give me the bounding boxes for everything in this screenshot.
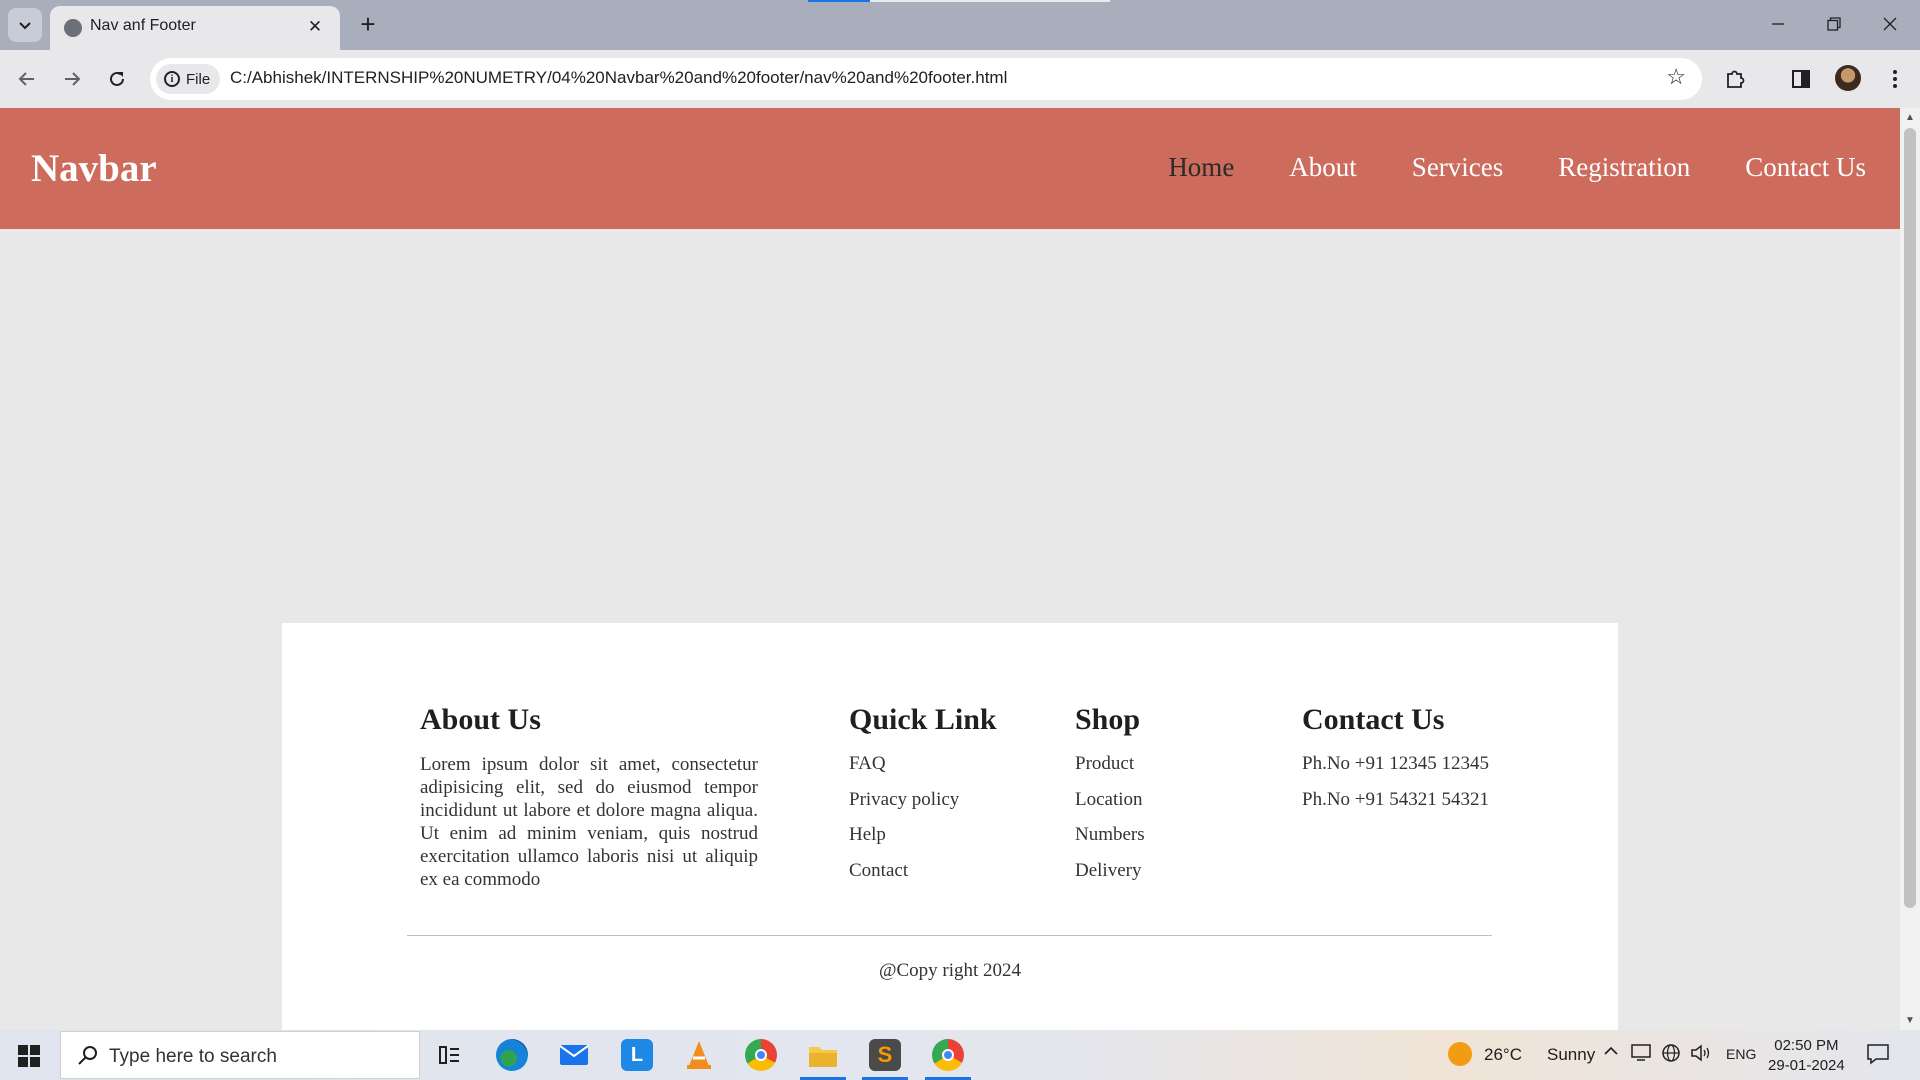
chrome-icon[interactable] [745, 1039, 777, 1071]
url-text[interactable]: C:/Abhishek/INTERNSHIP%20NUMETRY/04%20Na… [230, 68, 1007, 88]
footer-phone-1: Ph.No +91 12345 12345 [1302, 753, 1490, 774]
l-app-icon[interactable]: L [621, 1039, 653, 1071]
extensions-button[interactable] [1720, 64, 1750, 94]
language-indicator[interactable]: ENG [1726, 1046, 1756, 1062]
kebab-menu-icon [1893, 70, 1897, 88]
minimize-icon [1772, 23, 1784, 25]
chevron-up-icon[interactable] [1603, 1043, 1619, 1064]
side-panel-icon [1792, 70, 1810, 88]
minimize-button[interactable] [1750, 0, 1806, 48]
tab-strip: Nav anf Footer ✕ + [0, 0, 1920, 50]
vlc-icon[interactable] [683, 1039, 715, 1071]
scroll-up-arrow-icon[interactable]: ▲ [1905, 112, 1915, 123]
browser-menu-button[interactable] [1880, 64, 1910, 94]
footer-copyright: @Copy right 2024 [878, 960, 1022, 981]
loading-indicator [808, 0, 870, 2]
file-explorer-icon[interactable] [807, 1039, 839, 1071]
loading-track [870, 0, 1110, 2]
back-button[interactable] [10, 62, 44, 96]
footer-shop-title: Shop [1075, 703, 1141, 736]
browser-tab[interactable]: Nav anf Footer ✕ [50, 6, 340, 50]
close-tab-icon[interactable]: ✕ [302, 14, 328, 40]
footer-divider [407, 935, 1492, 936]
restore-icon [1827, 17, 1841, 31]
forward-arrow-icon [65, 72, 81, 86]
clock-date: 29-01-2024 [1768, 1057, 1845, 1074]
taskbar-clock[interactable]: 02:50 PM 29-01-2024 [1768, 1036, 1845, 1076]
footer: About Us Lorem ipsum dolor sit amet, con… [282, 623, 1618, 1030]
clock-time: 02:50 PM [1774, 1037, 1839, 1054]
footer-quick-link-column: Quick Link FAQ Privacy policy Help Conta… [849, 703, 997, 895]
footer-about-column: About Us Lorem ipsum dolor sit amet, con… [420, 703, 758, 891]
weather-condition[interactable]: Sunny [1547, 1045, 1595, 1065]
reload-icon [110, 71, 124, 86]
footer-link-delivery[interactable]: Delivery [1075, 860, 1145, 896]
navbar-brand[interactable]: Navbar [31, 146, 157, 191]
nav-link-services[interactable]: Services [1412, 152, 1503, 183]
reload-button[interactable] [100, 62, 134, 96]
windows-taskbar: Type here to search L S 26°C Sunny ENG 0… [0, 1030, 1920, 1080]
weather-sun-icon[interactable] [1448, 1042, 1472, 1066]
restore-button[interactable] [1806, 0, 1862, 48]
footer-about-title: About Us [420, 703, 541, 736]
web-page: Navbar Home About Services Registration … [0, 108, 1900, 1030]
footer-link-product[interactable]: Product [1075, 753, 1145, 789]
footer-contact-title: Contact Us [1302, 703, 1445, 736]
page-scrollbar[interactable]: ▲ ▼ [1900, 108, 1920, 1030]
puzzle-icon [1727, 70, 1745, 88]
profile-avatar[interactable] [1835, 65, 1861, 91]
nav-link-home[interactable]: Home [1168, 152, 1234, 183]
scroll-down-arrow-icon[interactable]: ▼ [1905, 1015, 1915, 1026]
volume-icon[interactable] [1690, 1043, 1712, 1068]
mail-icon[interactable] [558, 1039, 590, 1071]
back-arrow-icon [18, 72, 34, 86]
info-icon: i [164, 71, 180, 87]
taskbar-search-box[interactable]: Type here to search [60, 1031, 420, 1079]
side-panel-button[interactable] [1786, 64, 1816, 94]
footer-link-numbers[interactable]: Numbers [1075, 824, 1145, 860]
weather-temperature[interactable]: 26°C [1484, 1045, 1522, 1065]
footer-quick-link-title: Quick Link [849, 703, 997, 736]
meet-now-icon[interactable] [1631, 1043, 1651, 1066]
nav-menu: Home About Services Registration Contact… [1168, 152, 1866, 183]
forward-button[interactable] [55, 62, 89, 96]
chrome-profile-icon[interactable] [932, 1039, 964, 1071]
footer-about-text: Lorem ipsum dolor sit amet, consectetur … [420, 754, 758, 890]
site-info-chip[interactable]: i File [156, 64, 221, 94]
new-tab-button[interactable]: + [352, 9, 384, 41]
file-chip-label: File [186, 70, 211, 88]
footer-link-privacy-policy[interactable]: Privacy policy [849, 789, 997, 825]
chevron-down-icon [19, 22, 31, 30]
footer-shop-column: Shop Product Location Numbers Delivery [1075, 703, 1145, 895]
footer-link-help[interactable]: Help [849, 824, 997, 860]
task-view-icon[interactable] [434, 1039, 466, 1071]
close-icon [1883, 17, 1897, 31]
footer-link-faq[interactable]: FAQ [849, 753, 997, 789]
bookmark-star-icon[interactable]: ☆ [1666, 64, 1686, 90]
globe-icon [64, 19, 82, 37]
footer-link-contact[interactable]: Contact [849, 860, 997, 896]
network-globe-icon[interactable] [1661, 1043, 1681, 1068]
notification-icon[interactable] [1866, 1042, 1890, 1071]
search-placeholder: Type here to search [109, 1046, 277, 1067]
edge-icon[interactable] [496, 1039, 528, 1071]
tab-title: Nav anf Footer [90, 17, 196, 34]
nav-link-about[interactable]: About [1289, 152, 1357, 183]
search-icon [78, 1046, 97, 1065]
browser-toolbar: i File C:/Abhishek/INTERNSHIP%20NUMETRY/… [0, 50, 1920, 108]
address-bar[interactable]: i File C:/Abhishek/INTERNSHIP%20NUMETRY/… [150, 58, 1702, 100]
scroll-thumb[interactable] [1904, 128, 1916, 908]
footer-phone-2: Ph.No +91 54321 54321 [1302, 788, 1490, 810]
nav-link-contact-us[interactable]: Contact Us [1745, 152, 1866, 183]
footer-link-location[interactable]: Location [1075, 789, 1145, 825]
navbar: Navbar Home About Services Registration … [0, 108, 1900, 229]
tab-search-button[interactable] [8, 8, 42, 42]
sublime-text-icon[interactable]: S [869, 1039, 901, 1071]
windows-start-icon[interactable] [18, 1045, 40, 1067]
footer-contact-column: Contact Us Ph.No +91 12345 12345 Ph.No +… [1302, 703, 1489, 824]
nav-link-registration[interactable]: Registration [1558, 152, 1690, 183]
close-window-button[interactable] [1862, 0, 1918, 48]
